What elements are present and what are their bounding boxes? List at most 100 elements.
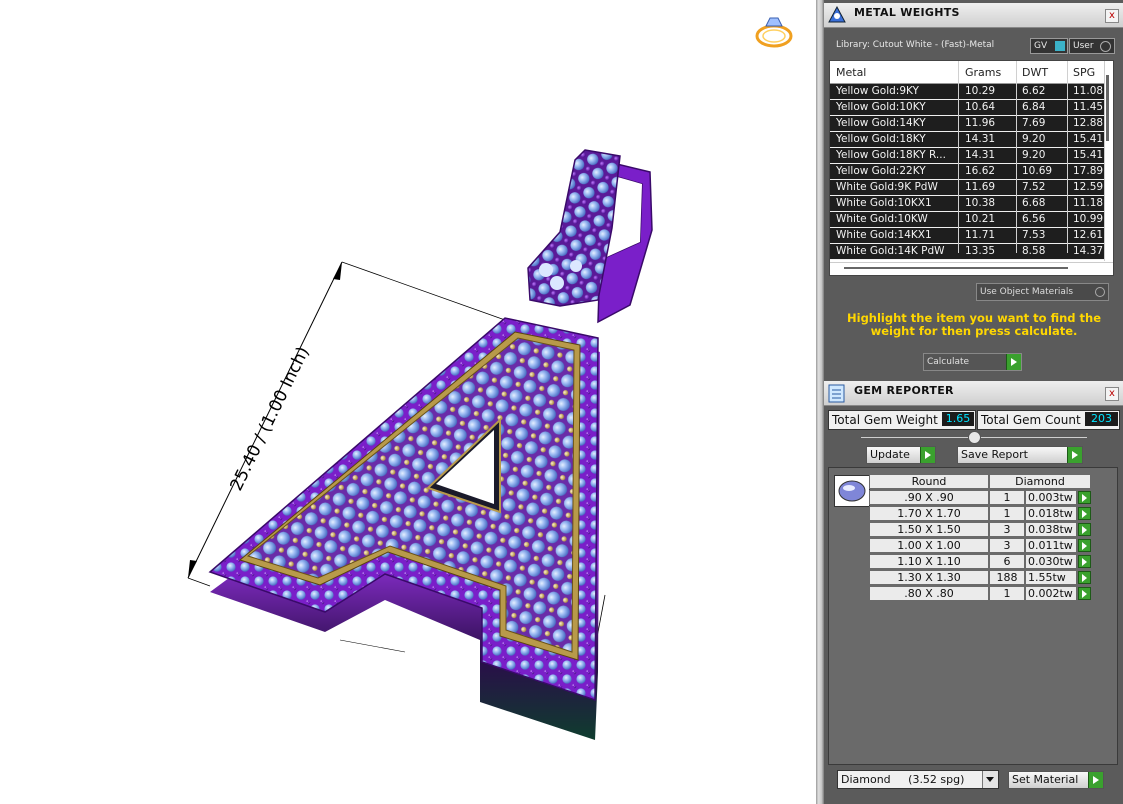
user-switch (1100, 41, 1111, 52)
spg-value: 12.61 (1073, 229, 1104, 241)
play-icon (1067, 447, 1082, 463)
play-icon[interactable] (1078, 587, 1091, 600)
dwt-value: 6.84 (1022, 101, 1046, 113)
set-material-button[interactable]: Set Material (1008, 771, 1104, 789)
spg-value: 12.59 (1073, 181, 1104, 193)
play-icon[interactable] (1078, 507, 1091, 520)
play-icon[interactable] (1078, 491, 1091, 504)
metal-weights-titlebar[interactable]: METAL WEIGHTS x (824, 3, 1123, 28)
table-row[interactable]: White Gold:10KX1 10.38 6.68 11.18 (830, 196, 1105, 212)
grams-value: 16.62 (965, 165, 996, 177)
vertical-scrollbar[interactable] (1104, 61, 1113, 261)
spg-value: 17.89 (1073, 165, 1104, 177)
metal-name: White Gold:14K PdW (836, 245, 945, 257)
table-row[interactable]: Yellow Gold:18KY R... 14.31 9.20 15.41 (830, 148, 1105, 164)
use-object-materials-label: Use Object Materials (980, 287, 1074, 297)
table-row[interactable]: Yellow Gold:22KY 16.62 10.69 17.89 (830, 164, 1105, 180)
play-icon[interactable] (1078, 571, 1091, 584)
scroll-thumb[interactable] (1106, 75, 1109, 141)
total-gem-count-label: Total Gem Count (981, 413, 1081, 427)
update-button[interactable]: Update (866, 446, 936, 464)
ring-icon[interactable] (755, 17, 793, 48)
gem-weight: 0.030tw (1025, 554, 1077, 569)
table-row[interactable]: White Gold:9K PdW 11.69 7.52 12.59 (830, 180, 1105, 196)
calculate-button[interactable]: Calculate (923, 353, 1022, 371)
dwt-value: 7.53 (1022, 229, 1046, 241)
play-icon[interactable] (1078, 539, 1091, 552)
gem-shape-thumbnail[interactable] (834, 475, 870, 507)
close-icon[interactable]: x (1105, 9, 1119, 23)
report-icon (826, 383, 848, 403)
grams-value: 11.69 (965, 181, 996, 193)
metal-name: White Gold:9K PdW (836, 181, 938, 193)
grams-value: 10.21 (965, 213, 996, 225)
dwt-value: 10.69 (1022, 165, 1053, 177)
metal-name: Yellow Gold:18KY R... (836, 149, 946, 161)
dwt-value: 7.69 (1022, 117, 1046, 129)
slider-handle[interactable] (968, 431, 981, 444)
gem-reporter-titlebar[interactable]: GEM REPORTER x (824, 381, 1123, 406)
metal-name: Yellow Gold:10KY (836, 101, 926, 113)
play-icon[interactable] (1078, 555, 1091, 568)
metal-name: Yellow Gold:14KY (836, 117, 926, 129)
gv-toggle[interactable]: GV (1030, 38, 1068, 54)
grams-value: 10.64 (965, 101, 996, 113)
grams-value: 11.96 (965, 117, 996, 129)
use-object-materials-checkbox[interactable]: Use Object Materials (976, 283, 1109, 301)
user-toggle[interactable]: User (1069, 38, 1115, 54)
column-grams[interactable]: Grams (965, 66, 1001, 79)
column-dwt[interactable]: DWT (1022, 66, 1048, 79)
column-divider (1016, 61, 1017, 253)
play-icon (1006, 354, 1021, 370)
horizontal-scrollbar[interactable] (830, 262, 1113, 275)
gem-reporter-title: GEM REPORTER (854, 384, 954, 397)
dwt-value: 9.20 (1022, 133, 1046, 145)
total-gem-count-field: Total Gem Count 203 (977, 410, 1120, 430)
spg-value: 15.41 (1073, 149, 1104, 161)
save-report-label: Save Report (961, 448, 1028, 461)
table-row[interactable]: Yellow Gold:9KY 10.29 6.62 11.08 (830, 84, 1105, 100)
gv-switch (1055, 41, 1065, 51)
checkbox-circle-icon (1095, 287, 1105, 297)
gem-count: 6 (989, 554, 1025, 569)
close-icon[interactable]: x (1105, 387, 1119, 401)
total-gem-weight-value: 1.65 (942, 412, 974, 426)
spg-value: 12.88 (1073, 117, 1104, 129)
column-metal[interactable]: Metal (836, 66, 866, 79)
grams-value: 13.35 (965, 245, 996, 257)
chevron-down-icon[interactable] (982, 771, 998, 788)
table-row[interactable]: Yellow Gold:14KY 11.96 7.69 12.88 (830, 116, 1105, 132)
dwt-value: 7.52 (1022, 181, 1046, 193)
save-report-button[interactable]: Save Report (957, 446, 1083, 464)
table-row[interactable]: White Gold:10KW 10.21 6.56 10.99 (830, 212, 1105, 228)
set-material-label: Set Material (1012, 773, 1079, 786)
table-row[interactable]: White Gold:14K PdW 13.35 8.58 14.37 (830, 244, 1105, 260)
gem-count: 1 (989, 586, 1025, 601)
play-icon[interactable] (1078, 523, 1091, 536)
spg-value: 10.99 (1073, 213, 1104, 225)
gem-size: 1.30 X 1.30 (869, 570, 989, 585)
gem-weight: 1.55tw (1025, 570, 1077, 585)
table-row[interactable]: Yellow Gold:10KY 10.64 6.84 11.45 (830, 100, 1105, 116)
gem-report-grid[interactable]: Round Diamond .90 X .90 1 0.003tw 1.70 X 1.… (828, 467, 1118, 765)
metal-name: Yellow Gold:18KY (836, 133, 926, 145)
metal-weights-title: METAL WEIGHTS (854, 6, 960, 19)
update-label: Update (870, 448, 910, 461)
play-icon (1088, 772, 1103, 788)
panel-splitter[interactable] (816, 0, 824, 804)
metal-name: White Gold:10KX1 (836, 197, 932, 209)
gem-weight: 0.018tw (1025, 506, 1077, 521)
gem-count: 1 (989, 490, 1025, 505)
3d-viewport[interactable]: 25.40 / (1.00 Inch) (0, 0, 816, 804)
dwt-value: 8.58 (1022, 245, 1046, 257)
gem-count: 188 (989, 570, 1025, 585)
hscroll-thumb[interactable] (844, 267, 1068, 269)
column-spg[interactable]: SPG (1073, 66, 1095, 79)
metal-name: White Gold:10KW (836, 213, 928, 225)
table-row[interactable]: Yellow Gold:18KY 14.31 9.20 15.41 (830, 132, 1105, 148)
grams-value: 14.31 (965, 149, 996, 161)
material-select[interactable]: Diamond (3.52 spg) (837, 770, 999, 789)
gem-size: 1.70 X 1.70 (869, 506, 989, 521)
metal-weights-table[interactable]: Metal Grams DWT SPG Yellow Gold:9KY 10.29… (829, 60, 1114, 276)
table-row[interactable]: White Gold:14KX1 11.71 7.53 12.61 (830, 228, 1105, 244)
